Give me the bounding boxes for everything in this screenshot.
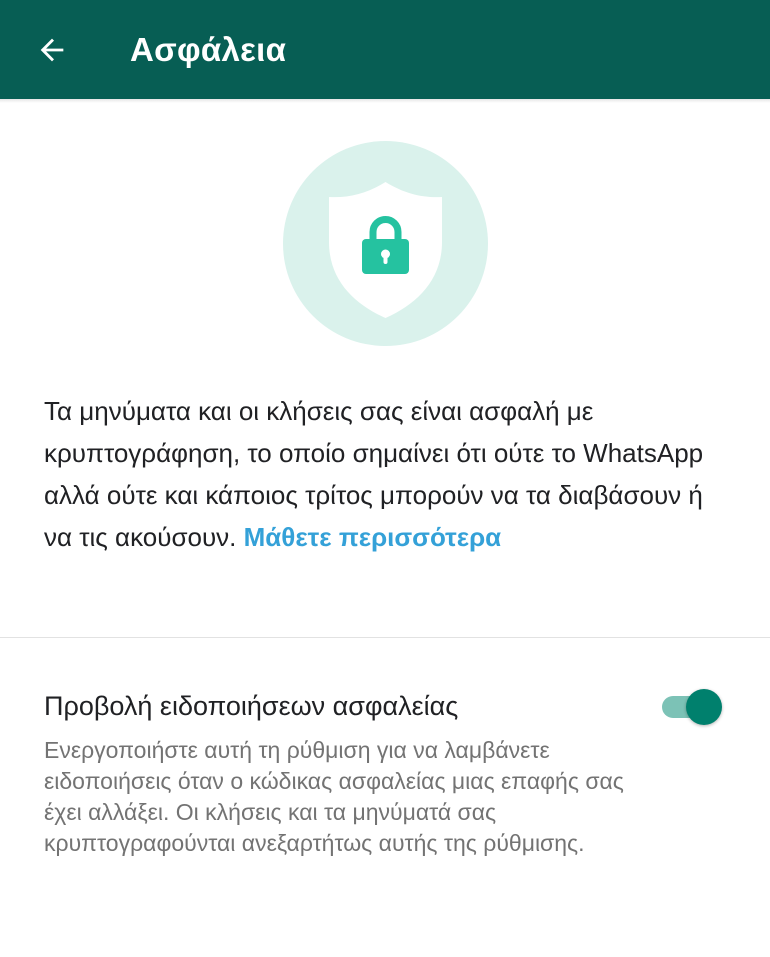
security-illustration [283, 141, 488, 346]
page-title: Ασφάλεια [130, 31, 287, 68]
encryption-description: Τα μηνύματα και οι κλήσεις σας είναι ασφ… [44, 390, 734, 558]
app-bar-shadow [0, 99, 770, 103]
arrow-left-icon [40, 38, 64, 62]
setting-title: Προβολή ειδοποιήσεων ασφαλείας [44, 691, 459, 721]
toggle-thumb [686, 689, 722, 725]
app-bar: Ασφάλεια [0, 0, 770, 99]
security-notifications-setting[interactable]: Προβολή ειδοποιήσεων ασφαλείας Ενεργοποι… [0, 638, 770, 898]
shield-lock-icon [329, 182, 442, 318]
security-notifications-toggle[interactable] [658, 688, 724, 726]
setting-subtitle: Ενεργοποιήστε αυτή τη ρύθμιση για να λαμ… [44, 737, 624, 856]
learn-more-link[interactable]: Μάθετε περισσότερα [244, 522, 502, 552]
back-button[interactable] [26, 24, 78, 76]
